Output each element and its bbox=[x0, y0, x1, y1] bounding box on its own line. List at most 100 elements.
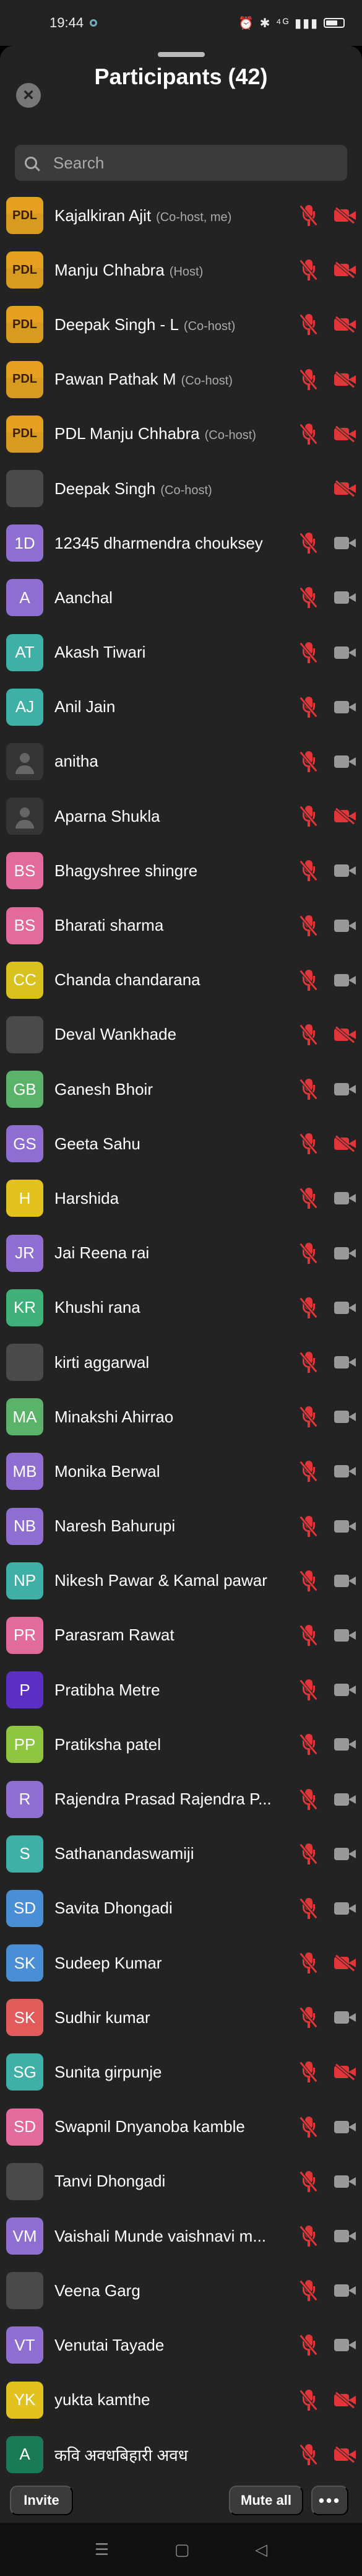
avatar-initials: PR bbox=[6, 1616, 43, 1654]
close-button[interactable]: × bbox=[16, 83, 41, 108]
participant-name-text: Geeta Sahu bbox=[54, 1134, 140, 1153]
participant-row[interactable]: A कवि अवधबिहारी अवध bbox=[0, 2427, 362, 2482]
status-time: 19:44 bbox=[50, 15, 84, 30]
participant-name: kirti aggarwal bbox=[54, 1353, 296, 1372]
camera-off-icon bbox=[334, 1954, 356, 1972]
participant-row[interactable]: P Pratibha Metre bbox=[0, 1663, 362, 1717]
mic-muted-icon bbox=[300, 1079, 317, 1100]
participant-row[interactable]: BS Bharati sharma bbox=[0, 898, 362, 952]
participant-name: Manju Chhabra (Host) bbox=[54, 261, 296, 280]
participant-row[interactable]: PDL PDL Manju Chhabra (Co-host) bbox=[0, 407, 362, 461]
participant-row[interactable]: S Sathanandaswamiji bbox=[0, 1827, 362, 1881]
camera-icon bbox=[334, 973, 356, 988]
mic-muted-icon bbox=[300, 1624, 317, 1646]
back-icon[interactable]: ◁ bbox=[255, 2540, 267, 2559]
search-bar[interactable] bbox=[15, 145, 347, 181]
participant-row[interactable]: PDL Kajalkiran Ajit (Co-host, me) bbox=[0, 188, 362, 243]
participant-name: Vaishali Munde vaishnavi m... bbox=[54, 2227, 296, 2246]
participant-row[interactable]: H Harshida bbox=[0, 1171, 362, 1225]
avatar-initials: AT bbox=[6, 633, 43, 671]
avatar-initials: MA bbox=[6, 1398, 43, 1436]
participant-row[interactable]: VT Venutai Tayade bbox=[0, 2318, 362, 2372]
participant-row[interactable]: VM Vaishali Munde vaishnavi m... bbox=[0, 2209, 362, 2263]
participant-row[interactable]: MB Monika Berwal bbox=[0, 1444, 362, 1499]
more-options-button[interactable]: ••• bbox=[311, 2486, 348, 2515]
participant-name-text: Bharati sharma bbox=[54, 916, 164, 935]
mic-muted-icon bbox=[300, 2061, 317, 2083]
participant-row[interactable]: BS Bhagyshree shingre bbox=[0, 843, 362, 898]
participant-row[interactable]: CC Chanda chandarana bbox=[0, 953, 362, 1007]
camera-off-icon bbox=[334, 316, 356, 333]
participant-row[interactable]: PDL Manju Chhabra (Host) bbox=[0, 243, 362, 297]
participant-row[interactable]: GB Ganesh Bhoir bbox=[0, 1062, 362, 1116]
participant-row[interactable]: NP Nikesh Pawar & Kamal pawar bbox=[0, 1554, 362, 1608]
participant-row[interactable]: KR Khushi rana bbox=[0, 1281, 362, 1335]
participant-name-text: Khushi rana bbox=[54, 1298, 140, 1317]
participant-name: Minakshi Ahirrao bbox=[54, 1408, 296, 1427]
participant-row[interactable]: GS Geeta Sahu bbox=[0, 1116, 362, 1171]
participant-name: Jai Reena rai bbox=[54, 1243, 296, 1263]
participant-row[interactable]: SG Sunita girpunje bbox=[0, 2045, 362, 2099]
participant-row[interactable]: kirti aggarwal bbox=[0, 1335, 362, 1390]
participant-row[interactable]: AT Akash Tiwari bbox=[0, 625, 362, 680]
participant-name-text: Rajendra Prasad Rajendra P... bbox=[54, 1790, 272, 1809]
participant-name-text: Deepak Singh bbox=[54, 479, 156, 498]
home-icon[interactable]: ▢ bbox=[175, 2540, 190, 2559]
avatar-initials: CC bbox=[6, 961, 43, 999]
avatar-initials: YK bbox=[6, 2381, 43, 2419]
camera-icon bbox=[334, 1246, 356, 1261]
participant-role: (Co-host) bbox=[160, 483, 212, 497]
system-icons-text: ⏰ ✱ ⁴ᴳ ▮▮▮ bbox=[238, 16, 319, 30]
participant-name-text: Pratibha Metre bbox=[54, 1680, 160, 1699]
mic-muted-icon bbox=[300, 1188, 317, 1209]
participant-row[interactable]: Deepak Singh (Co-host) bbox=[0, 461, 362, 516]
participant-name-text: Deval Wankhade bbox=[54, 1025, 177, 1044]
participant-name-text: Chanda chandarana bbox=[54, 970, 200, 990]
avatar-initials: SK bbox=[6, 1944, 43, 1982]
participant-name: Khushi rana bbox=[54, 1298, 296, 1317]
mic-muted-icon bbox=[300, 2280, 317, 2302]
mute-all-button[interactable]: Mute all bbox=[229, 2486, 303, 2515]
participant-row[interactable]: AJ Anil Jain bbox=[0, 680, 362, 734]
participant-row[interactable]: NB Naresh Bahurupi bbox=[0, 1499, 362, 1554]
participant-row[interactable]: SD Savita Dhongadi bbox=[0, 1881, 362, 1936]
participant-row[interactable]: anitha bbox=[0, 734, 362, 789]
camera-icon bbox=[334, 2010, 356, 2025]
drag-handle[interactable] bbox=[158, 52, 205, 57]
participant-row[interactable]: SK Sudeep Kumar bbox=[0, 1936, 362, 1990]
participant-row[interactable]: PDL Pawan Pathak M (Co-host) bbox=[0, 352, 362, 407]
participant-name: Monika Berwal bbox=[54, 1462, 296, 1481]
participant-row[interactable]: JR Jai Reena rai bbox=[0, 1226, 362, 1281]
mic-muted-icon bbox=[300, 1843, 317, 1865]
camera-icon bbox=[334, 2229, 356, 2243]
participant-row[interactable]: PP Pratiksha patel bbox=[0, 1717, 362, 1772]
mic-muted-icon bbox=[300, 1461, 317, 1482]
participant-row[interactable]: PR Parasram Rawat bbox=[0, 1608, 362, 1663]
recent-apps-icon[interactable]: ☰ bbox=[95, 2540, 109, 2559]
participant-row[interactable]: SK Sudhir kumar bbox=[0, 1990, 362, 2045]
participant-name: anitha bbox=[54, 752, 296, 771]
participant-row[interactable]: PDL Deepak Singh - L (Co-host) bbox=[0, 297, 362, 352]
participant-name: Geeta Sahu bbox=[54, 1134, 296, 1154]
participant-row[interactable]: Aparna Shukla bbox=[0, 789, 362, 843]
participant-name: Anil Jain bbox=[54, 697, 296, 716]
mic-muted-icon bbox=[300, 2389, 317, 2411]
participant-row[interactable]: SD Swapnil Dnyanoba kamble bbox=[0, 2100, 362, 2154]
participant-row[interactable]: Tanvi Dhongadi bbox=[0, 2154, 362, 2209]
participant-row[interactable]: 1D 12345 dharmendra chouksey bbox=[0, 516, 362, 570]
participant-row[interactable]: YK yukta kamthe bbox=[0, 2373, 362, 2427]
avatar-photo bbox=[6, 2272, 43, 2310]
mic-muted-icon bbox=[300, 1570, 317, 1591]
avatar-initials: VM bbox=[6, 2217, 43, 2255]
camera-icon bbox=[334, 2174, 356, 2189]
invite-button[interactable]: Invite bbox=[10, 2486, 73, 2515]
participant-row[interactable]: A Aanchal bbox=[0, 570, 362, 625]
participant-row[interactable]: Veena Garg bbox=[0, 2263, 362, 2318]
search-input[interactable] bbox=[53, 153, 325, 173]
participant-row[interactable]: R Rajendra Prasad Rajendra P... bbox=[0, 1772, 362, 1826]
participant-row[interactable]: MA Minakshi Ahirrao bbox=[0, 1390, 362, 1444]
participant-row[interactable]: Deval Wankhade bbox=[0, 1007, 362, 1062]
participant-name: Aanchal bbox=[54, 588, 296, 607]
participant-name: Kajalkiran Ajit (Co-host, me) bbox=[54, 206, 296, 225]
participant-name: PDL Manju Chhabra (Co-host) bbox=[54, 424, 296, 443]
